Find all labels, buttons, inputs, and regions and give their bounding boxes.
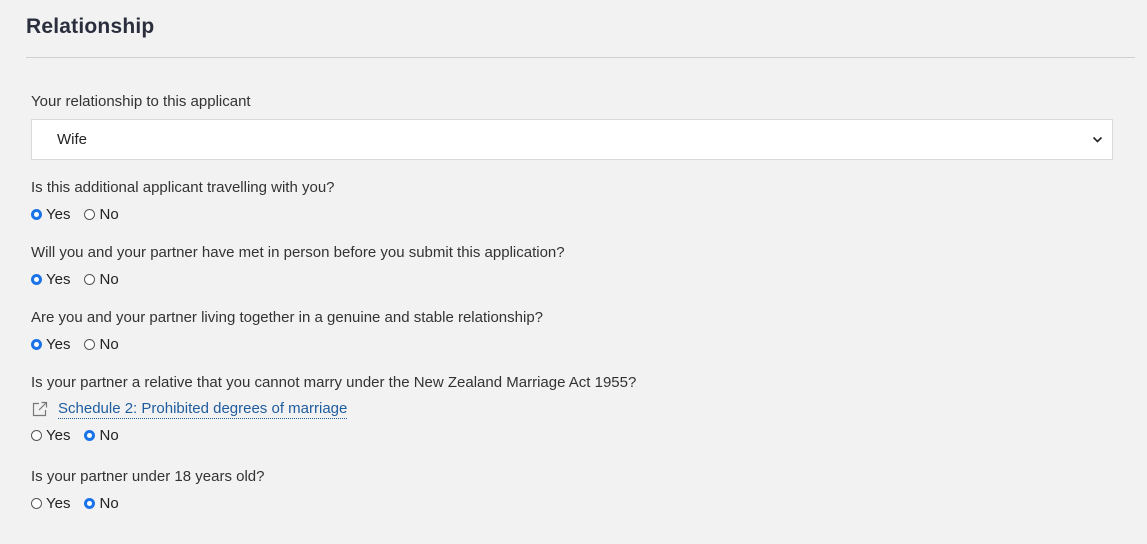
relationship-page: Relationship Your relationship to this a…	[0, 0, 1147, 544]
question-living-together: Are you and your partner living together…	[31, 309, 543, 353]
section-title: Relationship	[26, 15, 155, 38]
radio-yes[interactable]: Yes	[31, 495, 70, 512]
chevron-down-icon	[1092, 136, 1103, 143]
question-prohibited-relative: Is your partner a relative that you cann…	[31, 374, 636, 444]
radio-label-no: No	[99, 205, 119, 223]
radio-button-no[interactable]	[84, 273, 96, 285]
radio-button-no[interactable]	[84, 208, 96, 220]
question-travelling-together: Is this additional applicant travelling …	[31, 179, 335, 223]
radio-no[interactable]: No	[84, 205, 119, 223]
radio-label-yes: Yes	[46, 270, 71, 288]
radio-group: Yes No	[31, 270, 565, 288]
radio-group: Yes No	[31, 426, 636, 444]
radio-label-yes: Yes	[46, 426, 71, 444]
relationship-select-value: Wife	[57, 131, 87, 148]
question-partner-under-18: Is your partner under 18 years old? Yes …	[31, 468, 264, 512]
question-label: Is your partner under 18 years old?	[31, 468, 265, 485]
prohibited-degrees-link[interactable]: Schedule 2: Prohibited degrees of marria…	[58, 400, 348, 419]
radio-label-no: No	[99, 270, 119, 288]
radio-button-no[interactable]	[84, 338, 96, 350]
question-met-in-person: Will you and your partner have met in pe…	[31, 244, 565, 288]
radio-yes[interactable]: Yes	[31, 427, 70, 444]
radio-no[interactable]: No	[84, 270, 119, 288]
radio-button-no[interactable]	[84, 429, 96, 441]
question-label: Is your partner a relative that you cann…	[31, 374, 637, 391]
relationship-label: Your relationship to this applicant	[31, 93, 251, 110]
radio-group: Yes No	[31, 335, 543, 353]
radio-no[interactable]: No	[84, 494, 119, 512]
radio-no[interactable]: No	[84, 335, 119, 353]
radio-label-no: No	[99, 426, 119, 444]
radio-label-no: No	[99, 335, 119, 353]
radio-group: Yes No	[31, 205, 335, 223]
radio-button-yes[interactable]	[31, 208, 42, 220]
radio-yes[interactable]: Yes	[31, 271, 70, 288]
radio-button-no[interactable]	[84, 497, 96, 509]
radio-group: Yes No	[31, 494, 264, 512]
section-divider	[26, 57, 1135, 58]
radio-yes[interactable]: Yes	[31, 206, 70, 223]
radio-button-yes[interactable]	[31, 497, 42, 509]
relationship-field: Your relationship to this applicant	[31, 93, 251, 111]
external-link-icon	[32, 401, 48, 417]
radio-yes[interactable]: Yes	[31, 336, 70, 353]
radio-button-yes[interactable]	[31, 429, 42, 441]
radio-label-no: No	[99, 494, 119, 512]
radio-button-yes[interactable]	[31, 338, 42, 350]
schedule-link-row: Schedule 2: Prohibited degrees of marria…	[31, 400, 636, 419]
question-label: Are you and your partner living together…	[31, 309, 544, 326]
radio-label-yes: Yes	[46, 335, 71, 353]
question-label: Will you and your partner have met in pe…	[31, 244, 565, 261]
radio-label-yes: Yes	[46, 494, 71, 512]
radio-label-yes: Yes	[46, 205, 71, 223]
question-label: Is this additional applicant travelling …	[31, 179, 335, 196]
radio-button-yes[interactable]	[31, 273, 42, 285]
relationship-select[interactable]: Wife	[31, 119, 1113, 160]
radio-no[interactable]: No	[84, 426, 119, 444]
